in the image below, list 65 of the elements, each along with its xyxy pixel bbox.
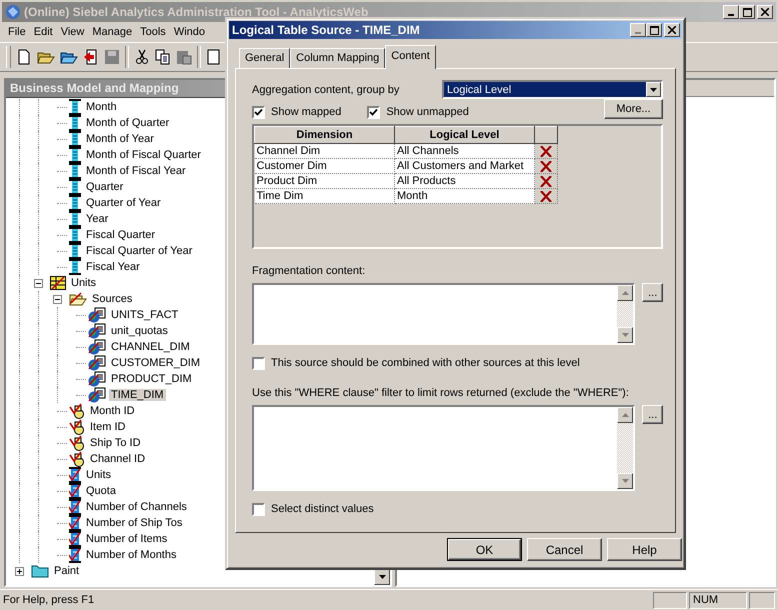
checkbox-label: This source should be combined with other sources at this level: [271, 357, 580, 369]
tree-item[interactable]: Number of Items: [84, 533, 170, 545]
tree-item[interactable]: Month of Year: [84, 133, 156, 145]
dialog-button[interactable]: Cancel: [527, 538, 602, 561]
tree-item[interactable]: Ship To ID: [88, 437, 143, 449]
tree-item[interactable]: Channel ID: [88, 453, 148, 465]
tree-item[interactable]: unit_quotas: [109, 325, 170, 337]
table-cell: Month: [394, 188, 534, 204]
browse-button[interactable]: ...: [642, 283, 663, 302]
tree-item[interactable]: Paint: [52, 565, 82, 577]
menu-item[interactable]: Manage: [88, 26, 136, 38]
tree-item[interactable]: UNITS_FACT: [109, 309, 180, 321]
group-by-dropdown[interactable]: Logical Level: [442, 80, 663, 99]
status-text: For Help, press F1: [3, 594, 96, 606]
dialog-title: Logical Table Source - TIME_DIM: [232, 23, 420, 37]
menu-item[interactable]: View: [56, 26, 88, 38]
tree-item[interactable]: Number of Ship Tos: [84, 517, 184, 529]
tree-item[interactable]: Fiscal Year: [84, 261, 142, 273]
tree-item[interactable]: Month: [84, 101, 119, 113]
tree-item[interactable]: Quarter: [84, 181, 126, 193]
tree-item[interactable]: Fiscal Quarter of Year: [84, 245, 194, 257]
table-cell: Channel Dim: [254, 144, 394, 158]
status-indicator: NUM: [689, 592, 747, 608]
tree-item[interactable]: Sources: [90, 293, 134, 305]
tree-item[interactable]: Month of Fiscal Quarter: [84, 149, 203, 161]
browse-button[interactable]: ...: [642, 405, 663, 424]
tree-item[interactable]: Units: [69, 277, 98, 289]
checkbox-label: Select distinct values: [271, 503, 374, 515]
tree-item[interactable]: Fiscal Quarter: [84, 229, 158, 241]
tree-item[interactable]: Number of Months: [84, 549, 178, 561]
checkbox-label: Show mapped: [271, 106, 342, 118]
menu-item[interactable]: Tools: [136, 26, 170, 38]
tree-item[interactable]: Month ID: [88, 405, 137, 417]
table-cell: All Channels: [394, 144, 534, 158]
tree-item[interactable]: Number of Channels: [84, 501, 189, 513]
tree-item[interactable]: Quota: [84, 485, 118, 497]
table-cell: Time Dim: [254, 188, 394, 204]
window-title: (Online) Siebel Analytics Administration Tool - AnalyticsWeb: [24, 5, 368, 19]
checkbox-label: Show unmapped: [386, 106, 469, 118]
table-cell: All Customers and Market: [394, 158, 534, 174]
table-cell: All Products: [394, 174, 534, 188]
tree-item[interactable]: Month of Quarter: [84, 117, 172, 129]
menu-item[interactable]: Edit: [30, 26, 57, 38]
tree-item[interactable]: Units: [84, 469, 114, 481]
field-label: Use this "WHERE clause" filter to limit rows returned (exclude the "WHERE"):: [252, 387, 630, 401]
tree-item[interactable]: TIME_DIM: [109, 389, 166, 401]
field-label: Fragmentation content:: [252, 265, 366, 279]
menu-item[interactable]: Windo: [170, 26, 209, 38]
more-button[interactable]: More...: [604, 99, 663, 119]
tree-item[interactable]: Month of Fiscal Year: [84, 165, 188, 177]
tab[interactable]: Content: [385, 45, 436, 69]
table-cell: Customer Dim: [254, 158, 394, 174]
menu-item[interactable]: File: [4, 26, 30, 38]
tree-item[interactable]: Year: [84, 213, 110, 225]
dialog-button[interactable]: Help: [607, 538, 682, 561]
tab[interactable]: General: [239, 48, 290, 68]
dialog-button[interactable]: OK: [447, 538, 522, 561]
column-header[interactable]: Logical Level: [394, 126, 534, 144]
tree-item[interactable]: Quarter of Year: [84, 197, 163, 209]
tree-item[interactable]: CUSTOMER_DIM: [109, 357, 202, 369]
tree-item[interactable]: PRODUCT_DIM: [109, 373, 194, 385]
table-cell: Product Dim: [254, 174, 394, 188]
tree-item[interactable]: CHANNEL_DIM: [109, 341, 192, 353]
column-header[interactable]: Dimension: [254, 126, 394, 144]
tree-item[interactable]: Item ID: [88, 421, 128, 433]
